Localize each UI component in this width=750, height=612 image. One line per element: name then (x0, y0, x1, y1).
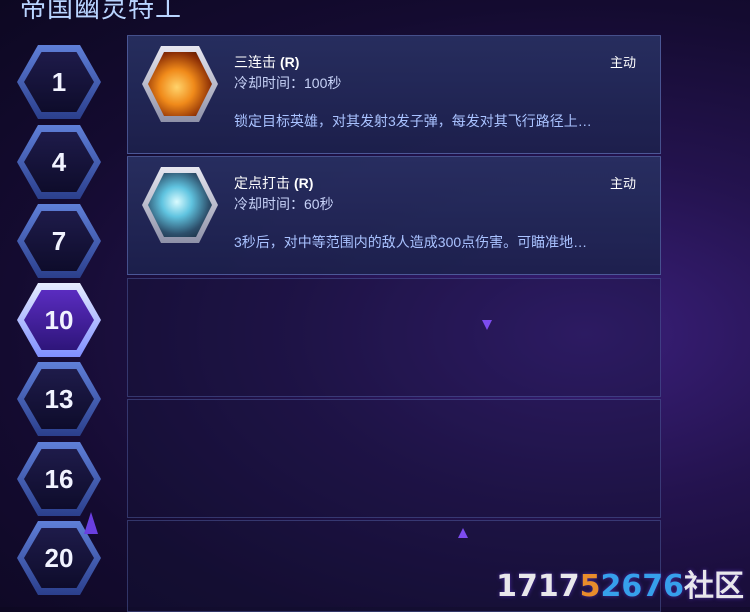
empty-ability-slot (127, 399, 661, 518)
ability-description: 锁定目标英雄，对其发射3发子弹，每发对其飞行路径上… (234, 113, 592, 129)
level-label: 16 (24, 449, 94, 509)
precision-strike-icon (142, 167, 218, 243)
triple-shot-icon (142, 46, 218, 122)
crystal-shard-icon (482, 320, 492, 330)
crystal-shard-icon (84, 512, 98, 534)
level-4-button[interactable]: 4 (17, 125, 101, 199)
level-label: 10 (24, 290, 94, 350)
level-label: 20 (24, 528, 94, 588)
level-13-button[interactable]: 13 (17, 362, 101, 436)
ability-card-triple-shot[interactable]: 三连击 (R) 主动 冷却时间：100秒 锁定目标英雄，对其发射3发子弹，每发对其… (127, 35, 661, 154)
ability-description: 3秒后，对中等范围内的敌人造成300点伤害。可瞄准地… (234, 234, 588, 250)
ability-card-precision-strike[interactable]: 定点打击 (R) 主动 冷却时间：60秒 3秒后，对中等范围内的敌人造成300点伤… (127, 156, 661, 275)
talent-level-column: 1 4 7 10 13 16 20 (0, 0, 120, 607)
level-label: 13 (24, 369, 94, 429)
crystal-shard-icon (458, 528, 468, 538)
level-7-button[interactable]: 7 (17, 204, 101, 278)
ability-cooldown: 冷却时间：60秒 (234, 196, 334, 212)
level-label: 7 (24, 211, 94, 271)
level-label: 1 (24, 52, 94, 112)
site-watermark: 171752676社区 (496, 569, 744, 604)
ability-name: 定点打击 (234, 175, 290, 191)
empty-ability-slot (127, 278, 661, 397)
level-16-button[interactable]: 16 (17, 442, 101, 516)
ability-name: 三连击 (234, 54, 276, 70)
ability-type: 主动 (609, 176, 636, 191)
level-1-button[interactable]: 1 (17, 45, 101, 119)
ability-hotkey: (R) (294, 175, 314, 191)
level-10-button[interactable]: 10 (17, 283, 101, 357)
level-label: 4 (24, 132, 94, 192)
ability-hotkey: (R) (280, 54, 300, 70)
ability-type: 主动 (609, 55, 636, 70)
ability-cooldown: 冷却时间：100秒 (234, 75, 342, 91)
